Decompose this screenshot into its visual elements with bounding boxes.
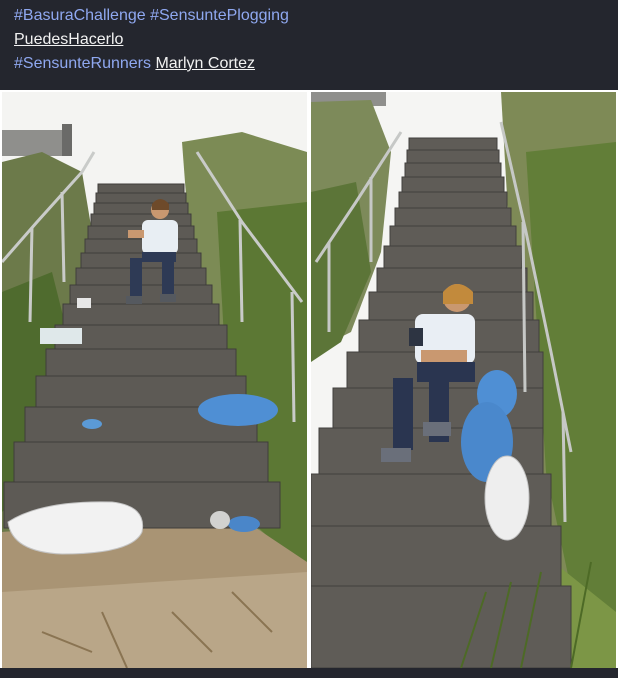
caption-line-1: #BasuraChallenge #SensuntePlogging xyxy=(14,4,604,28)
photo-after-cleanup[interactable] xyxy=(311,92,616,668)
hashtag-sensunte-runners[interactable]: #SensunteRunners xyxy=(14,55,151,72)
photo-left-image xyxy=(2,92,307,668)
post-bottom-bar xyxy=(0,668,618,678)
mention-puedes-hacerlo[interactable]: PuedesHacerlo xyxy=(14,31,123,48)
caption-line-2: PuedesHacerlo xyxy=(14,28,604,52)
photo-right-image xyxy=(311,92,616,668)
mention-marlyn-cortez[interactable]: Marlyn Cortez xyxy=(155,55,255,72)
photo-gallery xyxy=(0,90,618,668)
post-caption: #BasuraChallenge #SensuntePlogging Puede… xyxy=(14,4,604,76)
hashtag-basura-challenge[interactable]: #BasuraChallenge xyxy=(14,7,146,24)
hashtag-sensunte-plogging[interactable]: #SensuntePlogging xyxy=(150,7,289,24)
caption-line-3: #SensunteRunners Marlyn Cortez xyxy=(14,52,604,76)
photo-before-cleanup[interactable] xyxy=(2,92,307,668)
